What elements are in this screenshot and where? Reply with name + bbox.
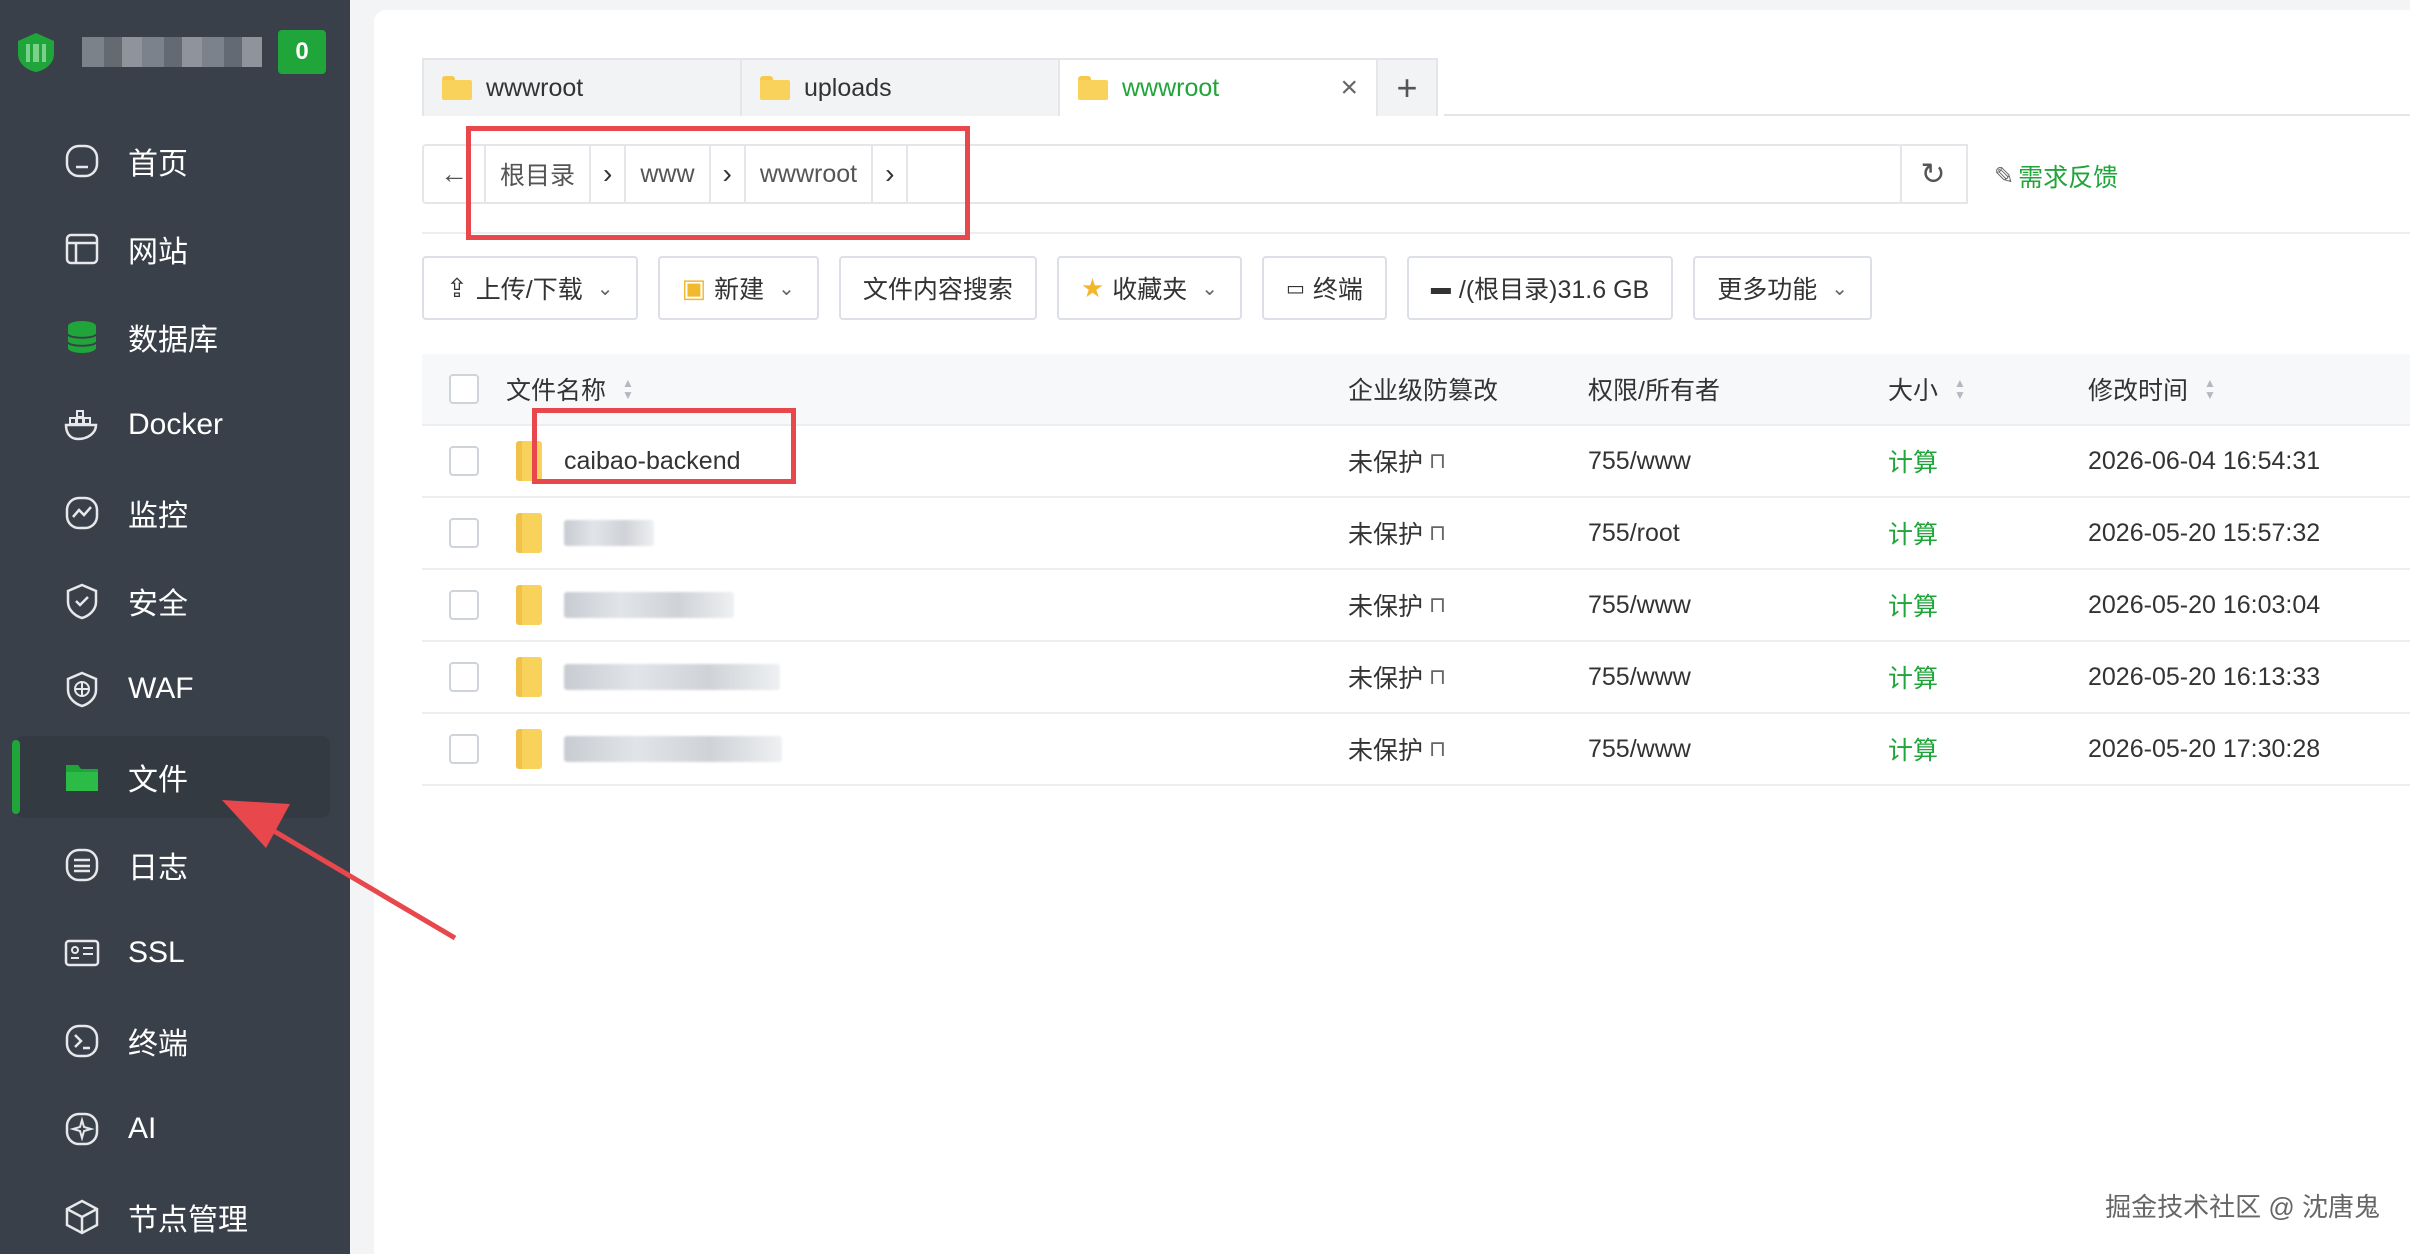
watermark: 掘金技术社区 @ 沈唐鬼 bbox=[2105, 1192, 2380, 1222]
annotation-arrow bbox=[222, 800, 457, 941]
